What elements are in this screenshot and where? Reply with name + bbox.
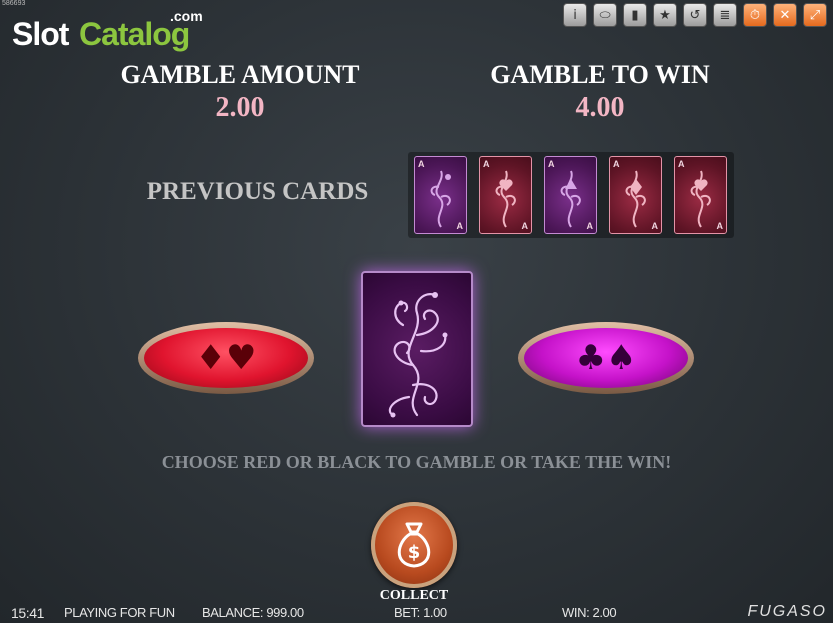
card-rank: A <box>678 159 685 169</box>
stats-button[interactable]: ▮ <box>623 3 647 27</box>
clock-icon: ⏱ <box>749 7 761 23</box>
collect-button[interactable]: $ <box>371 502 457 588</box>
svg-text:$: $ <box>408 542 421 563</box>
previous-card: A A <box>544 156 597 234</box>
favorite-button[interactable]: ★ <box>653 3 677 27</box>
status-clock: 15:41 <box>11 605 45 621</box>
card-rank: A <box>613 159 620 169</box>
paylines-icon: ⬭ <box>599 7 611 23</box>
sound-toggle-button[interactable]: ✕ <box>773 3 797 27</box>
build-id: 586693 <box>2 0 26 7</box>
previous-card: A A <box>609 156 662 234</box>
status-mode: PLAYING FOR FUN <box>64 605 175 620</box>
star-icon: ★ <box>659 7 671 23</box>
card-rank: A <box>521 221 529 231</box>
sound-off-icon: ✕ <box>779 7 791 23</box>
gamble-card-back <box>361 271 473 427</box>
black-choice-button[interactable]: ♣♠ <box>518 322 694 394</box>
paytable-icon: ≣ <box>719 7 731 23</box>
gamble-amount-label: GAMBLE AMOUNT <box>120 60 360 89</box>
card-rank: A <box>418 159 425 169</box>
card-rank: A <box>456 221 464 231</box>
card-rank: A <box>651 221 659 231</box>
gamble-to-win-value: 4.00 <box>575 92 625 123</box>
gamble-instruction: CHOOSE RED OR BLACK TO GAMBLE OR TAKE TH… <box>161 452 672 472</box>
collect-label: COLLECT <box>379 588 449 603</box>
card-rank: A <box>483 159 490 169</box>
fullscreen-icon: ⤢ <box>809 7 821 23</box>
gamble-to-win-label: GAMBLE TO WIN <box>490 60 710 89</box>
paylines-button[interactable]: ⬭ <box>593 3 617 27</box>
status-bet: BET: 1.00 <box>394 605 447 620</box>
card-back-flourish-icon <box>388 292 448 418</box>
fugaso-logo: FUGASO <box>747 603 827 620</box>
previous-cards-strip: A A A A A A A A A A <box>408 152 734 238</box>
logo-slot-text: Slot <box>12 16 69 52</box>
previous-cards-label: PREVIOUS CARDS <box>146 178 369 205</box>
top-toolbar: i ⬭ ▮ ★ ↺ ≣ ⏱ ✕ ⤢ <box>563 3 827 27</box>
info-icon: i <box>573 7 577 23</box>
card-rank: A <box>548 159 555 169</box>
red-choice-button[interactable]: ♦♥ <box>138 322 314 394</box>
paytable-button[interactable]: ≣ <box>713 3 737 27</box>
autoplay-timer-button[interactable]: ⏱ <box>743 3 767 27</box>
fullscreen-button[interactable]: ⤢ <box>803 3 827 27</box>
card-rank: A <box>716 221 724 231</box>
card-rank: A <box>586 221 594 231</box>
gamble-amount-value: 2.00 <box>215 92 265 123</box>
red-suits-icon: ♦♥ <box>144 328 308 388</box>
history-button[interactable]: ↺ <box>683 3 707 27</box>
status-balance: BALANCE: 999.00 <box>202 605 304 620</box>
previous-card: A A <box>414 156 467 234</box>
logo-com-text: .com <box>170 8 203 24</box>
status-win: WIN: 2.00 <box>562 605 617 620</box>
previous-card: A A <box>479 156 532 234</box>
money-bag-icon: $ <box>397 522 431 568</box>
previous-card: A A <box>674 156 727 234</box>
info-button[interactable]: i <box>563 3 587 27</box>
stats-icon: ▮ <box>631 7 639 23</box>
black-suits-icon: ♣♠ <box>524 328 688 388</box>
history-icon: ↺ <box>689 7 701 23</box>
